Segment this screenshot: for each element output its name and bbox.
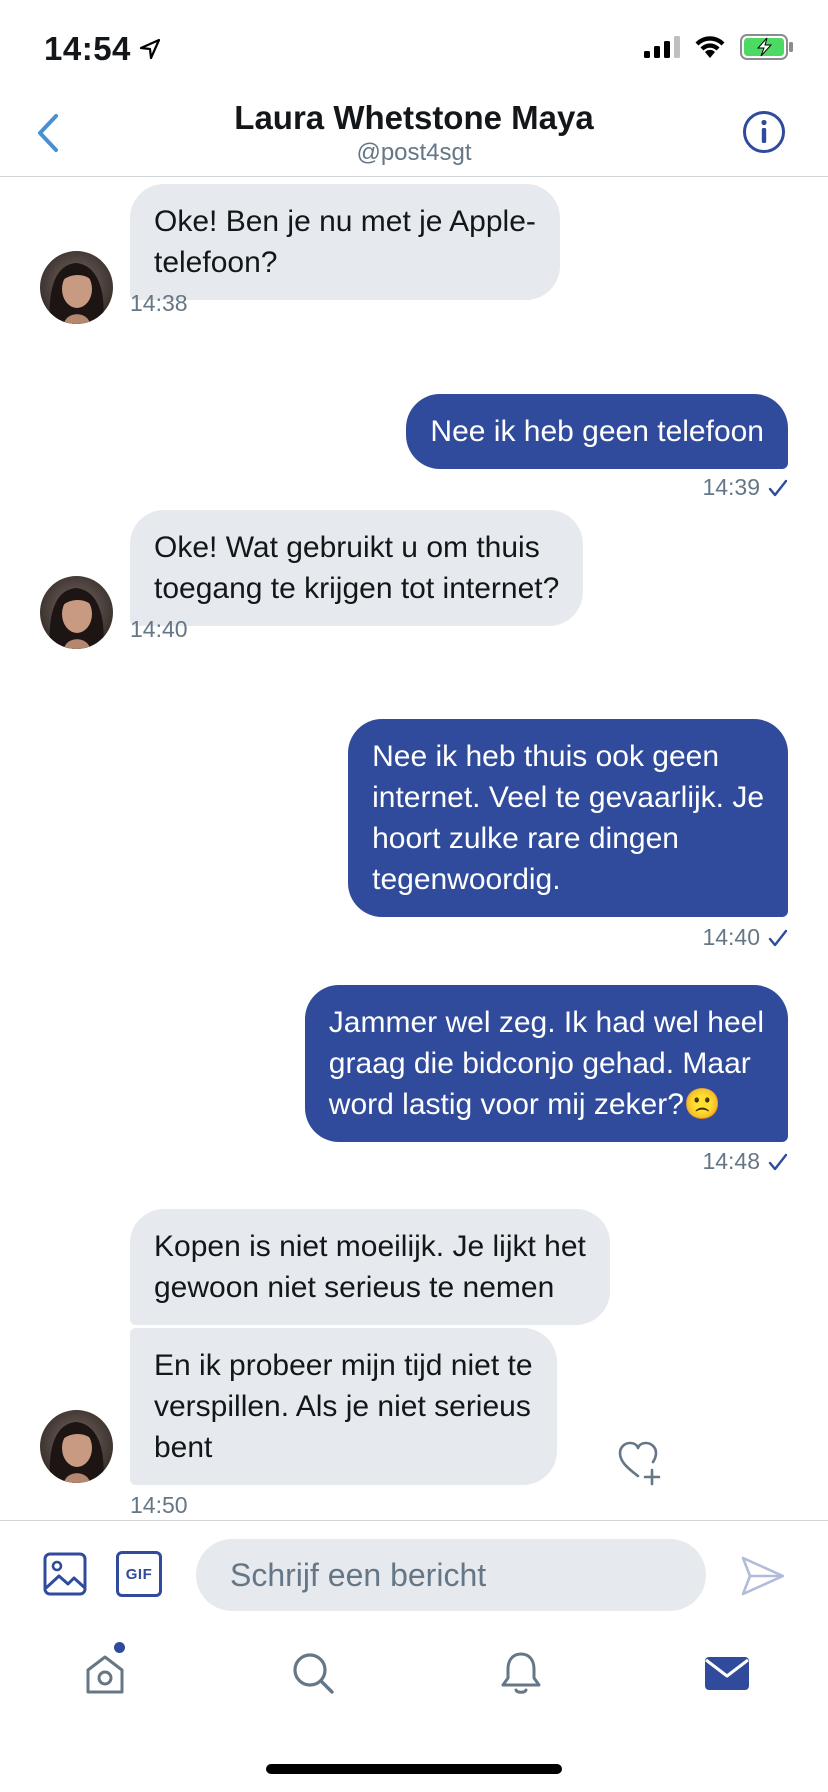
message-input[interactable] (196, 1539, 706, 1611)
message-thread[interactable]: Oke! Ben je nu met je Apple- telefoon? 1… (0, 178, 828, 1520)
message-status: 14:39 (702, 474, 788, 501)
image-icon[interactable] (42, 1551, 88, 1597)
status-time-group: 14:54 (44, 30, 161, 68)
heart-plus-icon[interactable] (616, 1438, 664, 1486)
location-arrow-icon (139, 38, 161, 60)
message-text: Kopen is niet moeilijk. Je lijkt het gew… (154, 1230, 586, 1304)
avatar[interactable] (40, 1410, 113, 1483)
battery-charging-icon (740, 34, 793, 60)
send-icon[interactable] (740, 1553, 786, 1599)
read-checkmark-icon (768, 1153, 788, 1170)
message-timestamp: 14:48 (702, 1148, 760, 1174)
message-bubble-outgoing[interactable]: Jammer wel zeg. Ik had wel heel graag di… (304, 985, 788, 1142)
contact-handle: @post4sgt (356, 139, 472, 166)
message-text: Oke! Wat gebruikt u om thuis toegang te … (154, 531, 560, 605)
message-text: En ik probeer mijn tijd niet te verspill… (154, 1349, 533, 1464)
message-bubble-outgoing[interactable]: Nee ik heb geen telefoon (406, 394, 788, 469)
notification-dot (114, 1642, 125, 1653)
message-bubble-incoming[interactable]: Oke! Wat gebruikt u om thuis toegang te … (130, 510, 584, 626)
message-status: 14:40 (702, 924, 788, 951)
message-timestamp: 14:38 (130, 290, 188, 316)
conversation-header: Laura Whetstone Maya @post4sgt (0, 98, 828, 177)
read-checkmark-icon (768, 479, 788, 496)
message-bubble-incoming[interactable]: En ik probeer mijn tijd niet te verspill… (130, 1328, 557, 1485)
cellular-signal-icon (644, 36, 680, 58)
home-icon[interactable] (80, 1648, 130, 1698)
status-bar: 14:54 (0, 0, 828, 100)
avatar[interactable] (40, 251, 113, 324)
gif-icon: GIF (125, 1565, 153, 1583)
message-text: Nee ik heb geen telefoon (430, 415, 764, 448)
search-icon[interactable] (288, 1648, 338, 1698)
avatar[interactable] (40, 576, 113, 649)
avatar-image (40, 1410, 113, 1483)
contact-name: Laura Whetstone Maya (234, 99, 594, 136)
message-timestamp: 14:40 (130, 616, 188, 642)
read-checkmark-icon (768, 929, 788, 946)
wifi-icon (695, 36, 725, 58)
status-time: 14:54 (44, 30, 131, 67)
status-indicators (644, 34, 794, 60)
message-timestamp: 14:40 (702, 924, 760, 950)
tab-bar (0, 1620, 828, 1720)
bell-icon[interactable] (496, 1648, 546, 1698)
mail-icon[interactable] (702, 1648, 752, 1698)
gif-button[interactable]: GIF (116, 1551, 162, 1597)
avatar-image (40, 251, 113, 324)
message-text: Oke! Ben je nu met je Apple- telefoon? (154, 205, 536, 279)
message-bubble-incoming[interactable]: Oke! Ben je nu met je Apple- telefoon? (130, 184, 560, 300)
avatar-image (40, 576, 113, 649)
info-icon[interactable] (742, 110, 786, 154)
message-bubble-outgoing[interactable]: Nee ik heb thuis ook geen internet. Veel… (348, 719, 788, 917)
home-indicator (266, 1764, 562, 1774)
message-status: 14:48 (702, 1148, 788, 1175)
conversation-title[interactable]: Laura Whetstone Maya @post4sgt (150, 98, 678, 168)
message-timestamp: 14:39 (702, 474, 760, 500)
back-chevron-icon (38, 114, 58, 152)
message-text: Jammer wel zeg. Ik had wel heel graag di… (328, 1006, 764, 1121)
message-bubble-incoming[interactable]: Kopen is niet moeilijk. Je lijkt het gew… (130, 1209, 610, 1325)
message-composer: GIF (0, 1520, 828, 1620)
message-text: Nee ik heb thuis ook geen internet. Veel… (372, 740, 764, 896)
back-button[interactable] (28, 108, 68, 158)
message-timestamp: 14:50 (130, 1492, 188, 1518)
